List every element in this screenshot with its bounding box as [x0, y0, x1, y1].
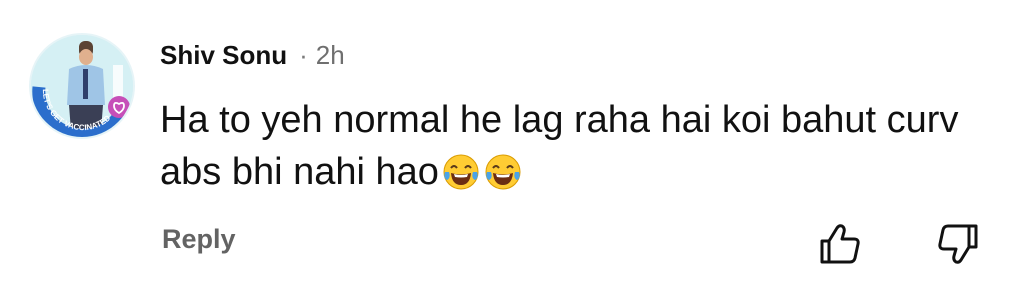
timestamp[interactable]: 2h: [316, 40, 345, 71]
comment-text: Ha to yeh normal he lag raha hai koi bah…: [160, 99, 959, 193]
comment-body: Ha to yeh normal he lag raha hai koi bah…: [160, 94, 990, 198]
meta-separator: ·: [299, 39, 308, 70]
face-with-tears-of-joy-icon: [485, 154, 521, 190]
reply-button[interactable]: Reply: [162, 224, 236, 255]
like-button[interactable]: [818, 222, 862, 266]
thumbs-up-icon: [820, 224, 860, 264]
avatar-image: LET'S GET VACCINATED: [31, 35, 133, 137]
face-with-tears-of-joy-icon: [443, 154, 479, 190]
comment-header: Shiv Sonu · 2h: [160, 38, 345, 72]
dislike-button[interactable]: [936, 222, 980, 266]
emoji-group: [439, 152, 523, 192]
comment: LET'S GET VACCINATED Shiv Sonu · 2h Ha t…: [0, 0, 1024, 283]
avatar[interactable]: LET'S GET VACCINATED: [29, 33, 135, 139]
author-name[interactable]: Shiv Sonu: [160, 40, 287, 71]
thumbs-down-icon: [938, 224, 978, 264]
